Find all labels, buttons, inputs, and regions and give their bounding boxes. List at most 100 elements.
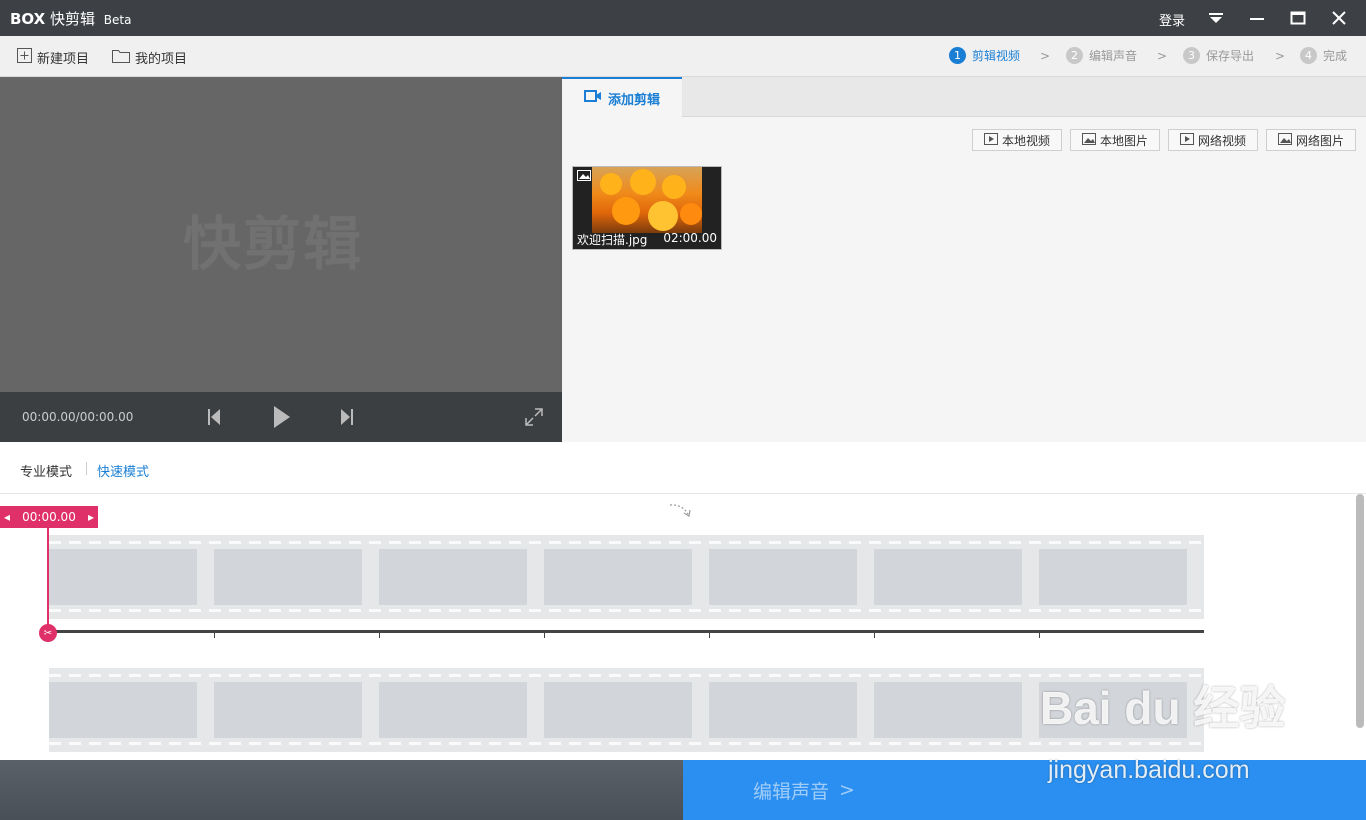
fullscreen-icon[interactable] — [525, 408, 543, 429]
ruler-tick — [1039, 633, 1040, 638]
step-done[interactable]: 4 完成 — [1300, 47, 1347, 64]
playhead-handle[interactable]: ◂ 00:00.00 ▸ — [0, 506, 98, 528]
minimize-icon[interactable] — [1244, 6, 1270, 30]
image-file-icon — [1081, 132, 1096, 148]
clip-duration: 02:00.00 — [663, 231, 717, 245]
ruler-tick — [379, 633, 380, 638]
track-frame — [544, 549, 692, 605]
track-frame — [49, 682, 197, 738]
track-frame — [379, 682, 527, 738]
playhead-time: 00:00.00 — [22, 510, 76, 524]
step-number: 2 — [1066, 47, 1083, 64]
logo-name: 快剪辑 — [50, 10, 96, 28]
playback-time: 00:00.00/00:00.00 — [22, 410, 134, 424]
play-icon[interactable] — [273, 405, 291, 432]
track-frame — [379, 549, 527, 605]
logo-beta: Beta — [103, 13, 132, 27]
preview-watermark: 快剪辑 — [183, 210, 364, 278]
audio-track[interactable] — [49, 668, 1204, 752]
close-icon[interactable] — [1326, 6, 1352, 30]
clips-panel: 添加剪辑 本地视频 本地图片 网络视频 网络图片 欢迎扫描.jpg 02:00.… — [562, 77, 1366, 442]
ruler-tick — [214, 633, 215, 638]
online-video-icon — [1179, 132, 1194, 148]
chevron-right-icon: > — [1275, 49, 1286, 63]
next-step-label: 编辑声音 — [753, 780, 830, 803]
clip-name: 欢迎扫描.jpg — [577, 233, 648, 247]
my-projects-label: 我的项目 — [135, 52, 188, 67]
tab-label: 添加剪辑 — [607, 92, 660, 108]
track-frame — [214, 682, 362, 738]
clip-image — [592, 167, 702, 233]
step-label: 完成 — [1323, 49, 1348, 63]
new-project-button[interactable]: 新建项目 — [17, 48, 89, 67]
track-frame — [874, 549, 1022, 605]
clips-tabbar: 添加剪辑 — [562, 77, 1366, 117]
playhead-line — [47, 522, 49, 632]
pro-mode-tab[interactable]: 专业模式 — [20, 461, 72, 480]
local-image-button[interactable]: 本地图片 — [1070, 129, 1160, 151]
caret-left-icon[interactable]: ◂ — [4, 510, 10, 524]
image-type-icon — [577, 170, 591, 184]
track-frame — [709, 549, 857, 605]
video-preview[interactable]: 快剪辑 — [0, 77, 562, 392]
step-number: 4 — [1300, 47, 1317, 64]
track-frame — [874, 682, 1022, 738]
mode-divider — [86, 462, 87, 475]
new-project-label: 新建项目 — [37, 52, 90, 67]
source-label: 网络视频 — [1197, 133, 1246, 148]
maximize-icon[interactable] — [1285, 6, 1311, 30]
chevron-right-icon: > — [1157, 49, 1168, 63]
logo-box: BOX — [10, 10, 46, 28]
step-label: 剪辑视频 — [972, 49, 1021, 63]
online-image-icon — [1277, 132, 1292, 148]
local-video-button[interactable]: 本地视频 — [972, 129, 1062, 151]
dropdown-menu-icon[interactable] — [1203, 6, 1229, 30]
login-link[interactable]: 登录 — [1159, 10, 1185, 29]
video-camera-icon — [583, 89, 602, 107]
step-edit-video[interactable]: 1 剪辑视频 — [949, 47, 1020, 64]
app-logo: BOX 快剪辑 Beta — [10, 8, 131, 29]
next-step-button[interactable]: 编辑声音 > — [683, 760, 1366, 820]
caret-right-icon[interactable]: ▸ — [88, 510, 94, 524]
source-label: 本地视频 — [1001, 133, 1050, 148]
track-frame — [49, 549, 197, 605]
playback-controls: 00:00.00/00:00.00 — [0, 392, 562, 442]
mode-bar: 专业模式 快速模式 — [0, 442, 1366, 494]
tab-add-clip[interactable]: 添加剪辑 — [562, 77, 682, 117]
step-edit-audio[interactable]: 2 编辑声音 — [1066, 47, 1137, 64]
baidu-url: jingyan.baidu.com — [1048, 756, 1250, 784]
step-label: 保存导出 — [1206, 49, 1255, 63]
baidu-brand: Bai du 经验 — [1040, 682, 1286, 734]
step-number: 1 — [949, 47, 966, 64]
my-projects-button[interactable]: 我的项目 — [112, 48, 187, 67]
video-track[interactable] — [49, 535, 1204, 619]
track-frame — [709, 682, 857, 738]
step-label: 编辑声音 — [1089, 49, 1138, 63]
timeline-ruler — [49, 630, 1204, 633]
online-image-button[interactable]: 网络图片 — [1266, 129, 1356, 151]
baidu-watermark: Bai du 经验 jingyan.baidu.com — [1040, 672, 1286, 784]
title-bar: BOX 快剪辑 Beta 登录 — [0, 0, 1366, 36]
chevron-right-icon: > — [1040, 49, 1051, 63]
footer-bar — [0, 760, 683, 820]
track-frame — [214, 549, 362, 605]
curved-arrow-icon — [668, 502, 694, 524]
scissors-icon[interactable]: ✂ — [39, 624, 57, 642]
timeline-scrollbar[interactable] — [1356, 494, 1364, 728]
ruler-tick — [709, 633, 710, 638]
source-label: 网络图片 — [1295, 133, 1344, 148]
fast-mode-tab[interactable]: 快速模式 — [97, 461, 149, 480]
track-frame — [544, 682, 692, 738]
source-label: 本地图片 — [1099, 133, 1148, 148]
track-frame — [1039, 549, 1187, 605]
previous-icon[interactable] — [207, 408, 221, 429]
ruler-tick — [874, 633, 875, 638]
folder-icon — [112, 49, 130, 67]
next-icon[interactable] — [340, 408, 354, 429]
online-video-button[interactable]: 网络视频 — [1168, 129, 1258, 151]
toolbar: 新建项目 我的项目 1 剪辑视频 > 2 编辑声音 > 3 保存导出 > 4 完… — [0, 36, 1366, 77]
video-file-icon — [983, 132, 998, 148]
step-save-export[interactable]: 3 保存导出 — [1183, 47, 1254, 64]
ruler-tick — [544, 633, 545, 638]
clip-thumbnail[interactable]: 欢迎扫描.jpg 02:00.00 — [572, 166, 722, 250]
